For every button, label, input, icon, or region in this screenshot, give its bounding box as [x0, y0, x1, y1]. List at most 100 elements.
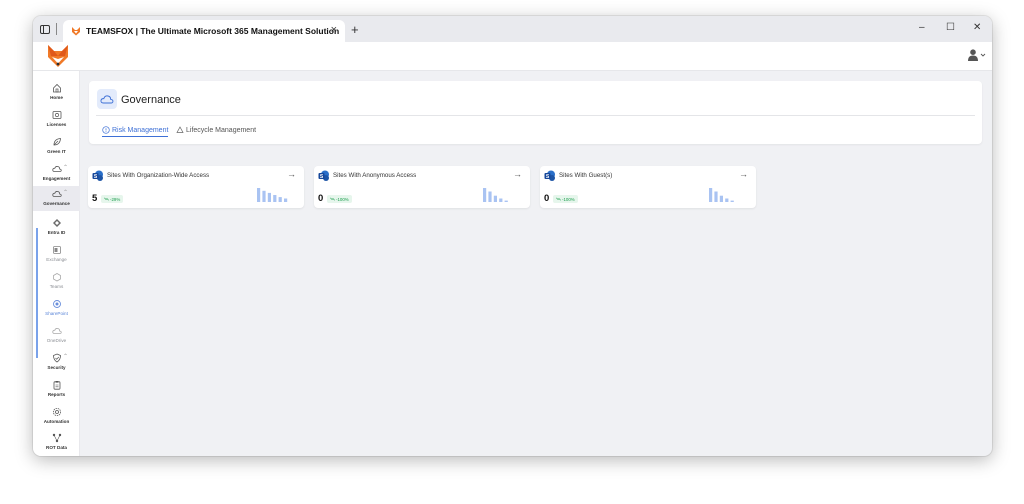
sidebar-item-governance[interactable]: Governance ⌃	[33, 186, 80, 211]
divider	[96, 115, 975, 116]
tab-risk-management[interactable]: Risk Management	[102, 126, 168, 134]
sidebar-item-entra-id[interactable]: Entra ID	[33, 215, 80, 241]
tab-title: TEAMSFOX | The Ultimate Microsoft 365 Ma…	[86, 26, 340, 36]
license-icon	[52, 111, 61, 119]
app-header	[33, 42, 992, 71]
sidebar-item-home[interactable]: Home	[33, 80, 80, 106]
sparkline-bar	[262, 190, 266, 202]
sidebar-item-engagement[interactable]: Engagement ⌃	[33, 161, 80, 187]
metric-card-anonymous-access[interactable]: S Sites With Anonymous Access → 0 -100%	[314, 166, 530, 208]
sidebar-item-label: Licenses	[46, 122, 67, 127]
minimize-icon[interactable]: –	[919, 22, 925, 33]
metric-value: 0	[318, 193, 324, 204]
sidebar-item-label: Security	[47, 365, 66, 370]
sidebar-item-rot-data[interactable]: ROT Data	[33, 430, 80, 456]
trend-down-icon	[104, 197, 109, 201]
sharepoint-icon: S	[92, 170, 103, 181]
chevron-icon: ⌃	[63, 165, 69, 171]
sidebar-item-label: Governance	[43, 201, 70, 206]
mini-bar-chart	[257, 188, 288, 202]
tab-close-icon[interactable]: ×	[331, 24, 337, 36]
clipboard-icon	[53, 381, 60, 390]
diamond-icon	[52, 219, 61, 227]
sparkline-bar	[730, 200, 734, 202]
trend-value: -100%	[562, 196, 575, 202]
sparkline-bar	[483, 188, 487, 202]
page-title: Governance	[121, 94, 181, 106]
teamsfox-favicon-icon	[72, 27, 80, 36]
sidebar: Home Licenses Green IT Engagement ⌃ Gove…	[33, 71, 80, 456]
onedrive-icon	[51, 328, 62, 334]
tab-label: Risk Management	[112, 126, 169, 134]
teamsfox-logo-icon[interactable]	[47, 44, 69, 68]
arrow-right-icon[interactable]: →	[513, 169, 522, 179]
teams-icon	[52, 273, 61, 282]
title-bar: TEAMSFOX | The Ultimate Microsoft 365 Ma…	[33, 16, 992, 42]
cloud-icon	[51, 166, 62, 172]
sparkline-bar	[725, 198, 729, 202]
sidebar-item-label: Reports	[47, 392, 66, 397]
metric-value: 0	[544, 193, 550, 204]
sidebar-item-teams[interactable]: Teams	[33, 269, 80, 295]
tab-label: Lifecycle Management	[186, 126, 257, 134]
browser-window: TEAMSFOX | The Ultimate Microsoft 365 Ma…	[33, 16, 992, 456]
chevron-icon: ⌃	[63, 190, 69, 196]
sparkline-bar	[267, 192, 271, 202]
sparkline-bar	[284, 198, 288, 202]
trend-badge: -29%	[101, 195, 124, 203]
recycle-icon	[176, 126, 184, 133]
trend-down-icon	[330, 197, 335, 201]
sidebar-item-onedrive[interactable]: OneDrive	[33, 323, 80, 349]
title-separator	[56, 23, 57, 35]
shield-icon	[52, 353, 61, 363]
sidebar-item-sharepoint[interactable]: SharePoint	[33, 296, 80, 322]
user-menu[interactable]	[968, 49, 986, 61]
sidebar-item-label: Engagement	[42, 176, 71, 181]
sparkline-bar	[714, 191, 718, 202]
window-close-icon[interactable]: ✕	[973, 22, 981, 33]
cloud-icon	[51, 191, 62, 197]
alert-circle-icon	[102, 126, 110, 134]
mini-bar-chart	[709, 188, 734, 202]
sidebar-item-label: Green IT	[47, 149, 66, 154]
chevron-down-icon	[980, 53, 986, 57]
mini-bar-chart	[483, 188, 508, 202]
arrow-right-icon[interactable]: →	[739, 169, 748, 179]
metric-value: 5	[92, 193, 98, 204]
sidebar-item-label: Exchange	[46, 257, 67, 262]
sparkline-bar	[488, 191, 492, 202]
trend-value: -29%	[110, 196, 121, 202]
metric-card-org-wide-access[interactable]: S Sites With Organization-Wide Access → …	[88, 166, 304, 208]
sparkline-bar	[273, 195, 277, 202]
metric-card-guests[interactable]: S Sites With Guest(s) → 0 -100%	[540, 166, 756, 208]
arrow-right-icon[interactable]: →	[287, 169, 296, 179]
leaf-icon	[53, 138, 61, 146]
sparkline-bar	[719, 195, 723, 202]
tab-lifecycle-management[interactable]: Lifecycle Management	[176, 126, 256, 134]
sidebar-item-security[interactable]: Security ⌃	[33, 350, 80, 376]
sidebar-item-label: Entra ID	[47, 230, 66, 235]
nodes-icon	[52, 433, 61, 443]
sidebar-item-label: Automation	[43, 419, 70, 424]
sparkline-bar	[504, 200, 508, 202]
sidebar-item-label: Teams	[49, 284, 64, 289]
chevron-icon: ⌃	[63, 354, 69, 360]
new-tab-icon[interactable]: +	[351, 22, 359, 37]
sidebar-item-automation[interactable]: Automation	[33, 404, 80, 430]
exchange-icon	[52, 246, 61, 254]
sidebar-item-label: ROT Data	[46, 445, 67, 450]
home-icon	[52, 83, 61, 93]
window-menu-icon[interactable]	[40, 24, 50, 34]
governance-panel: Governance Risk Management Lifecycle Man…	[89, 81, 982, 144]
active-tab-underline	[102, 136, 168, 137]
sidebar-item-exchange[interactable]: Exchange	[33, 242, 80, 268]
sidebar-item-label: SharePoint	[45, 311, 68, 316]
sidebar-item-reports[interactable]: Reports	[33, 377, 80, 403]
sidebar-item-licenses[interactable]: Licenses	[33, 107, 80, 133]
sharepoint-icon: S	[318, 170, 329, 181]
card-title: Sites With Organization-Wide Access	[107, 172, 210, 179]
card-title: Sites With Guest(s)	[559, 172, 613, 179]
sidebar-item-green-it[interactable]: Green IT	[33, 134, 80, 160]
browser-tab[interactable]: TEAMSFOX | The Ultimate Microsoft 365 Ma…	[63, 20, 345, 42]
maximize-icon[interactable]: ☐	[946, 22, 955, 33]
